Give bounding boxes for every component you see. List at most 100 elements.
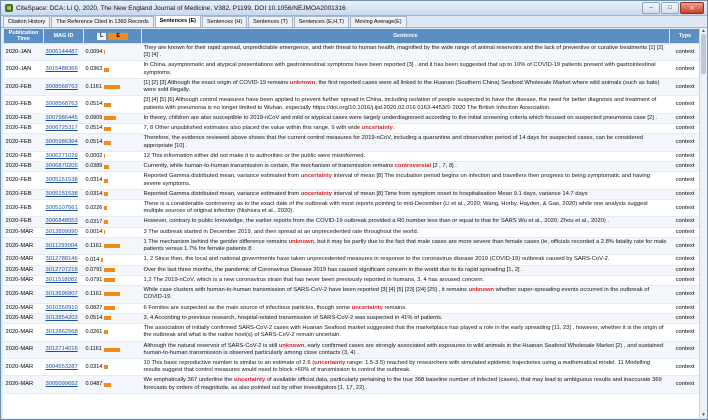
highlighted-keyword: uncertainty (351, 304, 383, 311)
tab-sentences-t[interactable]: Sentences (T) (248, 16, 293, 27)
table-row[interactable]: 2020-FEB 3006271029 0.0002 12 This informat… (3, 151, 700, 163)
mag-id-link[interactable]: 3012862568 (46, 329, 78, 335)
col-header-publication-time[interactable]: Publication Time (3, 28, 44, 44)
table-row[interactable]: 2020-FEB 3005151538 0.0314 Reported Gamma d… (3, 189, 700, 200)
table-row[interactable]: 2020-JAN 3015488366 0.0363 In China, asympt… (3, 60, 700, 79)
sentence-cell: However, contrary to public knowledge, t… (141, 216, 670, 228)
mag-id-link[interactable]: 3005151538 (46, 177, 78, 183)
table-row[interactable]: 2020-MAR 3013696807 0.1161 While case clust… (3, 285, 700, 304)
mag-id-link[interactable]: 3005107561 (46, 205, 78, 211)
mag-id-cell: 3015488366 (43, 60, 84, 79)
mag-id-link[interactable]: 3004553287 (46, 364, 78, 370)
tab-moving-average-e[interactable]: Moving Average(E) (349, 16, 407, 27)
sentence-cell: We emphatically 367 underline the uncert… (141, 375, 670, 394)
type-cell: context (669, 303, 700, 314)
type-cell: context (669, 254, 700, 266)
mag-id-cell: 3006271029 (43, 151, 84, 163)
table-row[interactable]: 2020-JAN 3006144487 0.0094 They are known f… (3, 43, 700, 62)
mag-id-link[interactable]: 3012714016 (46, 346, 78, 352)
table-row[interactable]: 2020-FEB 3006848553 0.0317 However, contrar… (3, 216, 700, 228)
frequency-cell: 0.0514 (83, 313, 142, 325)
scrollbar-thumb[interactable] (701, 34, 706, 74)
table-row[interactable]: 2020-FEB 3005151538 0.0314 Reported Gamma d… (3, 171, 700, 190)
mag-id-link[interactable]: 3011518082 (46, 277, 78, 283)
mag-id-link[interactable]: 3005151538 (46, 191, 78, 197)
table-row[interactable]: 2020-MAR 3012788146 0.014 1, 2 Since then, … (3, 254, 700, 266)
mag-id-cell: 3012788146 (43, 254, 84, 266)
col-header-type[interactable]: Type (669, 28, 700, 44)
scroll-down-arrow-icon[interactable]: ▼ (700, 412, 707, 418)
mag-id-link[interactable]: 3013696807 (46, 291, 78, 297)
table-row[interactable]: 2020-FEB 3005986364 0.0514 Therefore, the e… (3, 133, 700, 152)
vertical-scrollbar[interactable]: ▲ ▼ (699, 28, 707, 418)
table-row[interactable]: 2020-MAR 3012862568 0.0261 The association … (3, 323, 700, 342)
freq-header-l: L (96, 32, 107, 40)
sentence-cell: In China, asymptomatic and atypical pres… (141, 60, 670, 79)
mag-id-link[interactable]: 3015488366 (46, 66, 78, 72)
publication-time-cell: 2020-MAR (3, 227, 44, 238)
table-row[interactable]: 2020-FEB 3008568763 0.0514 [3] [4] [5] [6] … (3, 95, 700, 114)
frequency-bar (104, 230, 106, 235)
type-cell: context (669, 151, 700, 163)
minimize-button[interactable]: – (642, 2, 660, 14)
frequency-cell: 0.014 (83, 254, 142, 266)
table-row[interactable]: 2020-MAR 3012707218 0.0791 Over the last th… (3, 265, 700, 276)
col-header-frequency[interactable]: L E (83, 28, 142, 44)
sentence-cell: Currently, while human-to-human transmis… (141, 161, 670, 173)
table-row[interactable]: 2020-FEB 3006870205 0.0389 Currently, while… (3, 161, 700, 173)
table-row[interactable]: 2020-MAR 3013854203 0.0514 3, 4 According t… (3, 313, 700, 325)
sentence-text: We emphatically 367 underline the (143, 377, 234, 384)
mag-id-link[interactable]: 3005986364 (46, 139, 78, 145)
table-row[interactable]: 2020-FEB 3008568763 0.1161 [1] [2] [3] Alth… (3, 78, 700, 97)
frequency-bar (104, 220, 109, 225)
table-row[interactable]: 2020-MAR 3010350910 0.0827 6 Fomites are su… (3, 303, 700, 314)
mag-id-link[interactable]: 3012788146 (46, 256, 78, 262)
frequency-bar (104, 140, 112, 145)
table-row[interactable]: 2020-MAR 3013899990 0.0014 3 The outbreak s… (3, 227, 700, 238)
title-bar[interactable]: CiteSpace: DCA: Li Q, 2020, The New Engl… (1, 1, 707, 16)
sentence-cell: The association of initially confirmed S… (141, 323, 670, 342)
table-row[interactable]: 2020-FEB 3006725317 0.0514 7, 8 Other unpub… (3, 123, 700, 135)
mag-id-cell: 3005107561 (43, 199, 84, 218)
frequency-value: 0.0314 (85, 190, 103, 197)
tab-reference-cited[interactable]: The Reference Cited in 1360 Records (51, 16, 154, 27)
close-button[interactable]: ✕ (680, 2, 704, 14)
mag-id-link[interactable]: 3011293004 (46, 243, 78, 249)
tab-sentences-eht[interactable]: Sentences (E,H,T) (293, 16, 349, 27)
table-row[interactable]: 2020-MAR 3005099652 0.0487 We emphatically … (3, 375, 700, 394)
publication-time-cell: 2020-MAR (3, 275, 44, 287)
frequency-value: 0.1161 (85, 290, 102, 297)
tab-citation-history[interactable]: Citation History (3, 16, 51, 27)
table-row[interactable]: 2020-MAR 3011293004 0.1161 1 The mechanism … (3, 237, 700, 256)
tab-sentences-h[interactable]: Sentences (H) (202, 16, 248, 27)
table-row[interactable]: 2020-MAR 3012714016 0.1161 Although the nat… (3, 341, 700, 359)
sentence-text: Over the last three months, the pandemic… (143, 266, 523, 273)
mag-id-link[interactable]: 3006848553 (46, 218, 78, 224)
mag-id-cell: 3005151538 (43, 171, 84, 190)
sentences-table-container[interactable]: Publication Time MAG ID L E Sentence Typ… (3, 28, 700, 418)
mag-id-link[interactable]: 3007986445 (46, 115, 78, 121)
frequency-value: 0.014 (85, 256, 100, 263)
table-row[interactable]: 2020-FEB 3007986445 0.0909 In theory, child… (3, 113, 700, 125)
mag-id-cell: 3012714016 (43, 341, 84, 359)
col-header-sentence[interactable]: Sentence (141, 28, 670, 44)
sentence-text: Therefore, the evidence reviewed above s… (143, 135, 644, 149)
table-row[interactable]: 2020-FEB 3005107561 0.0226 There is a consi… (3, 199, 700, 218)
mag-id-link[interactable]: 3008568763 (46, 101, 78, 107)
mag-id-link[interactable]: 3013899990 (46, 229, 78, 235)
maximize-button[interactable]: □ (661, 2, 679, 14)
mag-id-link[interactable]: 3006725317 (46, 125, 78, 131)
mag-id-link[interactable]: 3013854203 (46, 315, 78, 321)
table-row[interactable]: 2020-MAR 3004553287 0.0314 10 This basic re… (3, 358, 700, 377)
mag-id-link[interactable]: 3006271029 (46, 153, 78, 159)
tab-sentences-e[interactable]: Sentences (E) (154, 15, 202, 27)
mag-id-link[interactable]: 3006144487 (46, 49, 78, 55)
mag-id-link[interactable]: 3010350910 (46, 305, 78, 311)
mag-id-link[interactable]: 3006870205 (46, 163, 78, 169)
mag-id-link[interactable]: 3008568763 (46, 84, 78, 90)
col-header-mag-id[interactable]: MAG ID (43, 28, 84, 44)
frequency-cell: 0.0261 (83, 323, 142, 342)
mag-id-link[interactable]: 3012707218 (46, 267, 78, 273)
table-row[interactable]: 2020-MAR 3011518082 0.0791 1,2 The 2019-nCo… (3, 275, 700, 287)
mag-id-link[interactable]: 3005099652 (46, 381, 78, 387)
